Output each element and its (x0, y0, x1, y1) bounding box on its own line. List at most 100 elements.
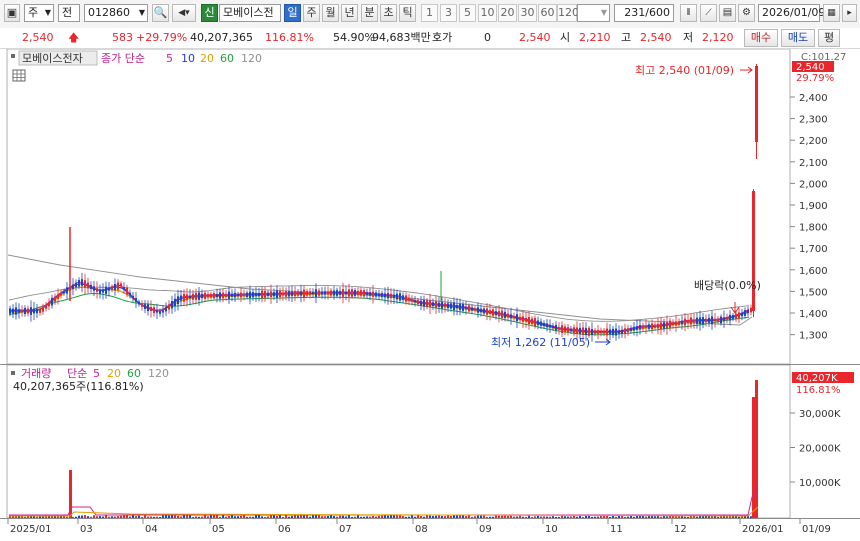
candle-body (318, 290, 320, 296)
speaker-icon[interactable]: ◀▾ (172, 4, 196, 22)
volume-bar (225, 516, 227, 518)
candle-body (18, 309, 20, 313)
settings-icon[interactable]: ⚙ (738, 4, 755, 22)
candle-body (84, 280, 86, 288)
candle-body (540, 321, 542, 326)
volume-bar (342, 515, 344, 518)
type-select[interactable]: 전 (58, 4, 80, 22)
candle-body (99, 289, 101, 294)
candle-body (33, 308, 35, 314)
pyeong-button[interactable]: 평 (818, 29, 840, 47)
interval-button[interactable]: 20 (498, 4, 517, 22)
y-tick-label: 1,800 (799, 223, 828, 234)
candle-body (462, 303, 464, 311)
chevron-down-icon: ▼ (600, 8, 607, 17)
tab-period-minute[interactable]: 분 (361, 4, 378, 22)
candle-body (741, 312, 743, 317)
volume-bar (525, 516, 527, 518)
stock-code-input[interactable]: 012860 ▼ (84, 4, 148, 22)
candle-body (339, 291, 341, 295)
candle-body (606, 328, 608, 336)
candle-body (747, 309, 749, 314)
candle-body (603, 330, 605, 334)
market-select[interactable]: 주 ▼ (24, 4, 54, 22)
volume-bar (426, 515, 428, 518)
volume-bar (327, 515, 329, 518)
interval-button[interactable]: 5 (459, 4, 476, 22)
tab-period-year[interactable]: 년 (341, 4, 358, 22)
volume-bar (696, 516, 698, 518)
candle-body (453, 302, 455, 311)
candle-body (57, 294, 59, 299)
search-icon[interactable]: 🔍 (152, 4, 169, 22)
volume-bar (405, 516, 407, 518)
save-icon[interactable]: ▤ (719, 4, 736, 22)
tab-period-week[interactable]: 주 (303, 4, 320, 22)
up-arrow-icon: 🡅 (68, 31, 80, 44)
candle-body (183, 293, 185, 302)
buy-button[interactable]: 매수 (744, 29, 778, 47)
volume-bar (717, 516, 719, 518)
interval-button[interactable]: 30 (518, 4, 537, 22)
candle-body (168, 304, 170, 310)
volume-bar (666, 516, 668, 518)
line-tool-icon[interactable]: ⟋ (700, 4, 717, 22)
candle-body (222, 292, 224, 299)
volume-bar (303, 515, 305, 518)
interval-custom-input[interactable]: ▼ (577, 4, 610, 22)
date-field[interactable]: 2026/01/09 (758, 4, 825, 22)
volume-bar (720, 516, 722, 518)
volume-bar (117, 516, 119, 518)
volume-bar (72, 516, 74, 518)
volume-bar (288, 516, 290, 518)
stock-chart-canvas[interactable]: 모베이스전자 종가 단순 5 10 20 60 120 2,4002,3002,… (0, 48, 860, 538)
interval-button[interactable]: 3 (440, 4, 457, 22)
volume-bar (546, 516, 548, 518)
volume-bar (654, 516, 656, 518)
volume-bar (492, 516, 494, 518)
volume-bar (297, 515, 299, 518)
table-icon[interactable] (12, 69, 26, 82)
candle-body (573, 327, 575, 334)
chevron-right-icon[interactable]: ▸ (842, 4, 857, 22)
tab-period-label: 월 (325, 6, 336, 19)
volume-bar (591, 516, 593, 518)
window-icon[interactable]: ▣ (4, 4, 20, 22)
annotation-high: 최고 2,540 (01/09) (635, 64, 734, 77)
calendar-icon[interactable]: ▦ (823, 4, 840, 22)
volume-bar (558, 516, 560, 518)
candle-body (630, 328, 632, 331)
candle-body (30, 307, 32, 315)
annotation-low: 최저 1,262 (11/05) (491, 336, 590, 349)
candle-type-icon[interactable]: ⫴ (680, 4, 697, 22)
interval-button[interactable]: 120 (557, 4, 579, 22)
tab-period-day[interactable]: 일 (284, 4, 301, 22)
sell-button[interactable]: 매도 (781, 29, 815, 47)
volume-bar (471, 516, 473, 518)
tab-period-month[interactable]: 월 (322, 4, 339, 22)
interval-button[interactable]: 10 (478, 4, 497, 22)
candle-body (90, 285, 92, 289)
stock-chart[interactable]: 모베이스전자 종가 단순 5 10 20 60 120 2,400 2,300 2,… (0, 48, 860, 538)
buy-label: 매수 (750, 31, 772, 44)
volume-bar (516, 516, 518, 518)
tab-period-second[interactable]: 초 (380, 4, 397, 22)
volume-bar (489, 516, 491, 518)
count-field[interactable]: 231/600 (614, 4, 674, 22)
volume-bar (54, 516, 56, 518)
interval-button[interactable]: 1 (421, 4, 438, 22)
candle-body (306, 291, 308, 296)
candle-body (270, 291, 272, 298)
candle-body (390, 293, 392, 299)
candle-body (264, 290, 266, 298)
volume-bar (570, 516, 572, 518)
volume-bar (588, 515, 590, 518)
price-change: 583 (112, 31, 133, 44)
candle-body (366, 292, 368, 295)
volume-bar (378, 515, 380, 518)
chevron-down-icon: ▼ (44, 8, 51, 17)
interval-button[interactable]: 60 (538, 4, 557, 22)
volume-bar (93, 515, 95, 518)
candle-body (201, 293, 203, 299)
tab-period-tick[interactable]: 틱 (399, 4, 416, 22)
